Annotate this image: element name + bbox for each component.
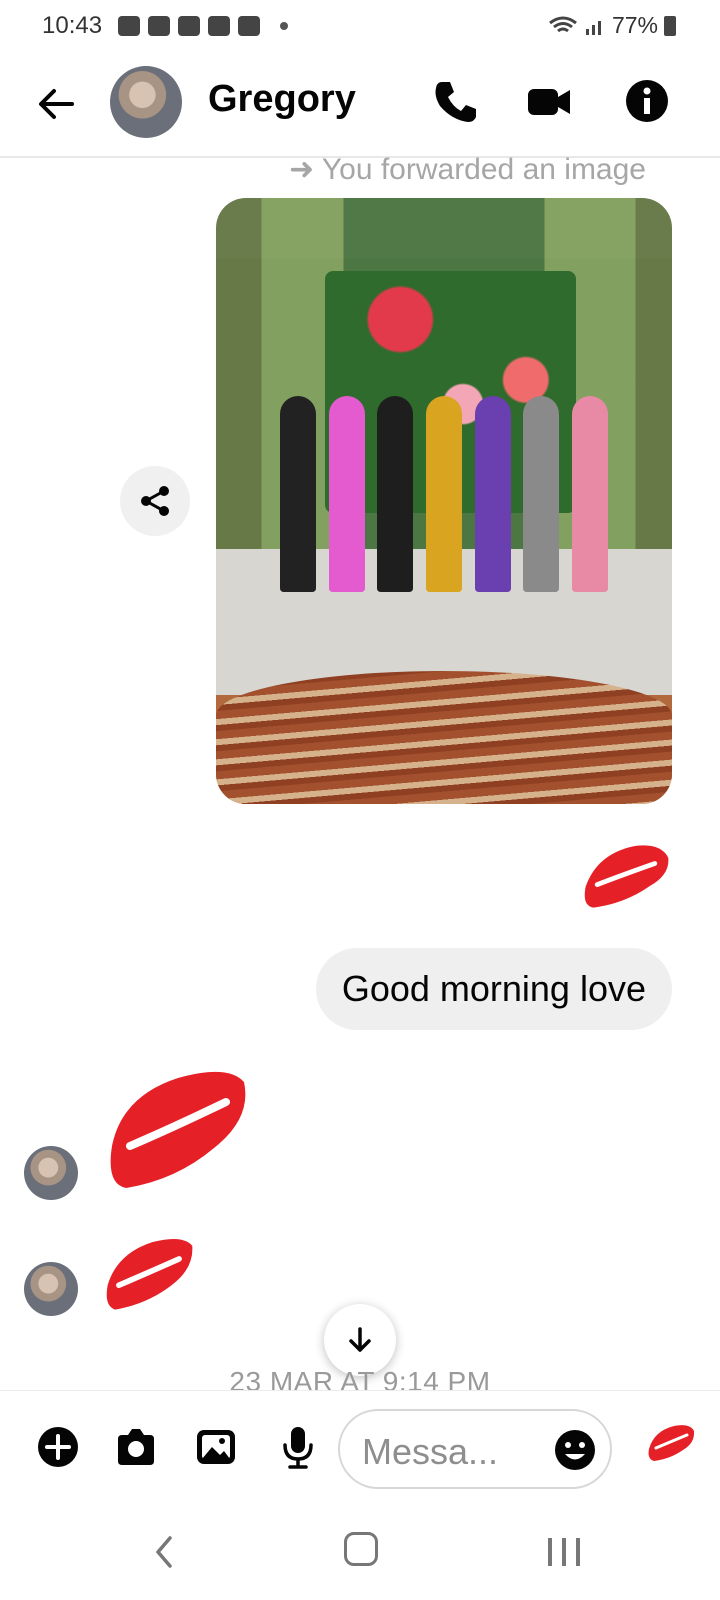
status-right: 77%	[548, 12, 676, 39]
tiktok-icon	[148, 16, 170, 36]
camera-icon[interactable]	[114, 1425, 158, 1469]
plus-icon[interactable]	[36, 1425, 80, 1469]
battery-percent: 77%	[611, 12, 658, 38]
nav-back-icon[interactable]	[150, 1532, 178, 1572]
forwarded-label: ➜ You forwarded an image	[288, 153, 646, 186]
share-icon	[141, 486, 169, 516]
system-nav-bar	[0, 1506, 720, 1600]
kiss-emoji[interactable]	[102, 1062, 252, 1194]
phone-icon[interactable]	[432, 78, 478, 124]
gallery-icon[interactable]	[194, 1425, 238, 1469]
back-arrow-icon[interactable]	[34, 82, 78, 126]
sender-avatar[interactable]	[24, 1146, 78, 1200]
message-placeholder: Messa...	[362, 1431, 499, 1472]
notification-icons	[118, 16, 288, 36]
message-text: Good morning love	[341, 968, 646, 1009]
kiss-icon[interactable]	[646, 1421, 696, 1463]
battery-icon	[664, 15, 676, 36]
forwarded-photo[interactable]	[216, 198, 672, 804]
status-bar: 10:43 77%	[0, 0, 720, 52]
kiss-emoji[interactable]	[578, 835, 674, 915]
message-input[interactable]: Messa...	[338, 1409, 612, 1489]
dot-icon	[280, 22, 288, 30]
arrow-down-icon	[349, 1327, 371, 1352]
nav-home-icon[interactable]	[344, 1532, 378, 1566]
youtube-icon	[238, 16, 260, 36]
contact-name[interactable]: Gregory	[208, 78, 356, 121]
shopping-icon	[118, 16, 140, 36]
message-composer: Messa...	[0, 1390, 720, 1506]
forward-arrow-icon: ➜	[288, 153, 322, 186]
mic-icon[interactable]	[276, 1425, 320, 1469]
chat-header: Gregory	[0, 52, 720, 158]
sender-avatar[interactable]	[24, 1262, 78, 1316]
folder-icon	[178, 16, 200, 36]
status-time: 10:43	[42, 12, 103, 39]
contact-avatar[interactable]	[110, 66, 182, 138]
outgoing-message-bubble[interactable]: Good morning love	[315, 948, 672, 1030]
signal-icon	[585, 20, 601, 35]
emoji-icon[interactable]	[554, 1429, 596, 1471]
wifi-icon	[549, 16, 577, 32]
video-camera-icon[interactable]	[526, 78, 572, 124]
nav-recents-icon[interactable]	[544, 1534, 584, 1570]
info-icon[interactable]	[624, 78, 670, 124]
share-button[interactable]	[120, 466, 190, 536]
kiss-emoji[interactable]	[102, 1232, 196, 1314]
youtube-icon	[208, 16, 230, 36]
